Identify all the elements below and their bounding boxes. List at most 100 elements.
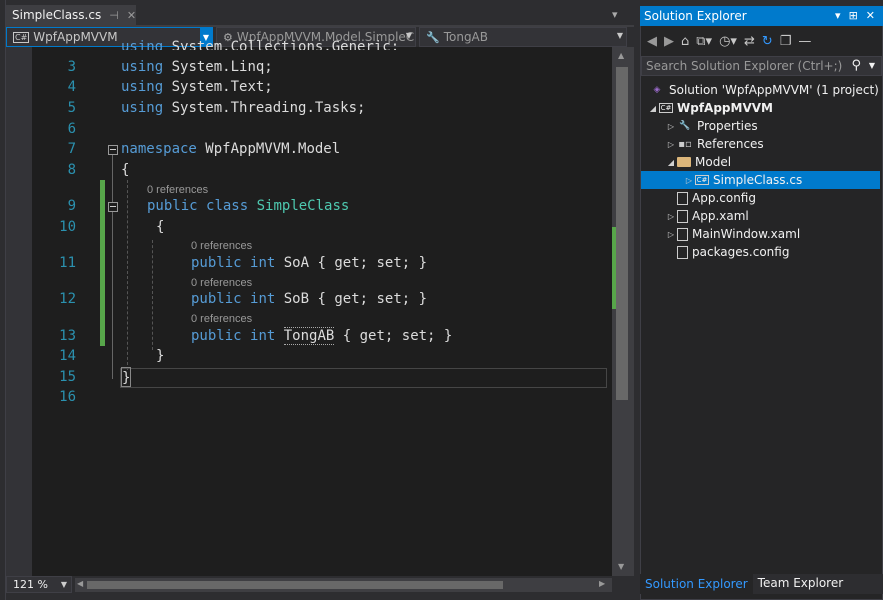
codelens-references[interactable]: 0 references — [191, 239, 252, 253]
tree-item-simpleclass[interactable]: ▷ C# SimpleClass.cs — [641, 171, 880, 189]
expand-arrow-icon[interactable]: ▷ — [665, 212, 677, 221]
identifier: System.Text; — [171, 79, 273, 95]
tree-item-label: Model — [695, 155, 732, 169]
back-icon[interactable]: ◀ — [647, 34, 657, 49]
scroll-left-icon[interactable]: ◀ — [77, 579, 83, 588]
indent-guide — [127, 180, 128, 370]
line-number: 6 — [67, 121, 76, 137]
tree-item-solution[interactable]: ◈ Solution 'WpfAppMVVM' (1 project) — [641, 81, 880, 99]
member-dropdown-value: TongAB — [443, 30, 488, 44]
chevron-down-icon[interactable]: ▼ — [61, 580, 67, 589]
line-number: 12 — [59, 291, 76, 307]
home-icon[interactable]: ⌂ — [681, 34, 689, 49]
search-icon[interactable]: ⚲ — [851, 58, 861, 73]
tree-item-app-config[interactable]: App.config — [641, 189, 880, 207]
expand-arrow-icon[interactable]: ▷ — [665, 122, 677, 131]
scroll-down-icon[interactable]: ▼ — [618, 562, 624, 571]
scroll-right-icon[interactable]: ▶ — [599, 579, 605, 588]
solution-search-input[interactable]: Search Solution Explorer (Ctrl+;) ⚲ ▼ — [641, 56, 882, 76]
code-line-2: using System.Collections.Generic; — [121, 37, 399, 50]
line-number: 8 — [67, 162, 76, 178]
pin-icon[interactable]: ⊞ — [849, 9, 858, 22]
tree-item-properties[interactable]: ▷ 🔧 Properties — [641, 117, 880, 135]
zoom-dropdown[interactable]: 121 % ▼ — [6, 576, 72, 593]
pin-tab-icon[interactable]: ⊣ — [109, 9, 119, 22]
collapse-all-icon[interactable]: ❐ — [780, 34, 792, 49]
accessors: { get; set; } — [317, 291, 428, 307]
identifier: System.Linq; — [171, 59, 273, 75]
line-number: 7 — [67, 141, 76, 157]
horizontal-scrollbar[interactable]: ◀ ▶ — [75, 578, 612, 592]
type-name: SimpleClass — [256, 198, 350, 214]
expand-arrow-icon[interactable]: ▷ — [665, 230, 677, 239]
chevron-down-icon[interactable]: ▼ — [869, 61, 875, 70]
tree-item-label: References — [697, 137, 764, 151]
tab-overflow-icon[interactable]: ▾ — [612, 8, 618, 21]
identifier: System.Threading.Tasks; — [171, 100, 366, 116]
tree-item-packages-config[interactable]: packages.config — [641, 243, 880, 261]
solution-explorer-toolbar: ◀ ▶ ⌂ ⧉▾ ◷▾ ⇄ ↻ ❐ — — [641, 28, 882, 54]
close-tab-icon[interactable]: ✕ — [127, 9, 136, 22]
window-position-icon[interactable]: ▾ — [835, 9, 841, 22]
document-tab-simpleclass[interactable]: SimpleClass.cs ⊣ ✕ — [6, 5, 136, 25]
line-number: 14 — [59, 348, 76, 364]
pending-changes-icon[interactable]: ◷▾ — [719, 34, 737, 49]
scrollbar-thumb[interactable] — [616, 67, 628, 400]
code-editor[interactable] — [6, 47, 612, 576]
chevron-down-icon[interactable]: ▼ — [617, 31, 623, 40]
indent-guide — [152, 240, 153, 350]
tree-item-references[interactable]: ▷ ▪▫ References — [641, 135, 880, 153]
expand-arrow-icon[interactable]: ▷ — [683, 176, 695, 185]
line-number: 11 — [59, 255, 76, 271]
scrollbar-thumb[interactable] — [87, 581, 503, 589]
keyword: using — [121, 79, 164, 95]
scroll-up-icon[interactable]: ▲ — [618, 51, 624, 60]
codelens-references[interactable]: 0 references — [191, 276, 252, 290]
member-dropdown[interactable]: 🔧 TongAB ▼ — [419, 27, 627, 47]
vertical-scrollbar[interactable]: ▲ ▼ — [612, 47, 634, 576]
keyword: int — [250, 255, 276, 271]
keyword: using — [121, 39, 164, 50]
panel-title: Solution Explorer — [644, 9, 747, 23]
collapse-arrow-icon[interactable]: ◢ — [665, 158, 677, 167]
tree-item-project[interactable]: ◢ C# WpfAppMVVM — [641, 99, 880, 117]
tree-item-label: App.config — [692, 191, 756, 205]
expand-arrow-icon[interactable]: ▷ — [665, 140, 677, 149]
codelens-references[interactable]: 0 references — [191, 312, 252, 326]
tree-item-model-folder[interactable]: ◢ Model — [641, 153, 880, 171]
tool-window-tabs: Solution Explorer Team Explorer — [640, 574, 883, 594]
tab-solution-explorer[interactable]: Solution Explorer — [640, 574, 753, 594]
identifier-highlighted: TongAB — [283, 327, 335, 345]
close-icon[interactable]: ✕ — [866, 9, 875, 22]
collapse-class-icon[interactable] — [108, 202, 118, 212]
line-number: 4 — [67, 79, 76, 95]
properties-icon[interactable]: — — [798, 34, 811, 49]
tree-item-app-xaml[interactable]: ▷ App.xaml — [641, 207, 880, 225]
code-line-5: using System.Threading.Tasks; — [121, 98, 365, 118]
tab-team-explorer[interactable]: Team Explorer — [753, 574, 849, 594]
collapse-arrow-icon[interactable]: ◢ — [647, 104, 659, 113]
chevron-down-icon[interactable]: ▼ — [406, 31, 412, 40]
forward-icon[interactable]: ▶ — [664, 34, 674, 49]
code-line-7: namespace WpfAppMVVM.Model — [121, 139, 340, 159]
code-line-13: public int TongAB { get; set; } — [191, 326, 452, 346]
code-line-9: public class SimpleClass — [147, 196, 349, 216]
refresh-icon[interactable]: ↻ — [762, 34, 773, 49]
code-line-14: } — [156, 346, 164, 366]
tree-item-mainwindow-xaml[interactable]: ▷ MainWindow.xaml — [641, 225, 880, 243]
identifier: SoA — [283, 255, 310, 271]
codelens-references[interactable]: 0 references — [147, 183, 208, 197]
keyword: namespace — [121, 141, 197, 157]
switch-views-icon[interactable]: ⧉▾ — [696, 34, 712, 49]
change-tracking-bar — [100, 180, 105, 346]
line-number: 9 — [67, 198, 76, 214]
identifier: SoB — [283, 291, 310, 307]
sync-icon[interactable]: ⇄ — [744, 34, 755, 49]
keyword: using — [121, 59, 164, 75]
tree-item-label: App.xaml — [692, 209, 749, 223]
accessors: { get; set; } — [317, 255, 428, 271]
collapse-namespace-icon[interactable] — [108, 145, 118, 155]
tree-item-label: SimpleClass.cs — [713, 173, 803, 187]
tree-item-label: MainWindow.xaml — [692, 227, 801, 241]
identifier: WpfAppMVVM.Model — [205, 141, 341, 157]
